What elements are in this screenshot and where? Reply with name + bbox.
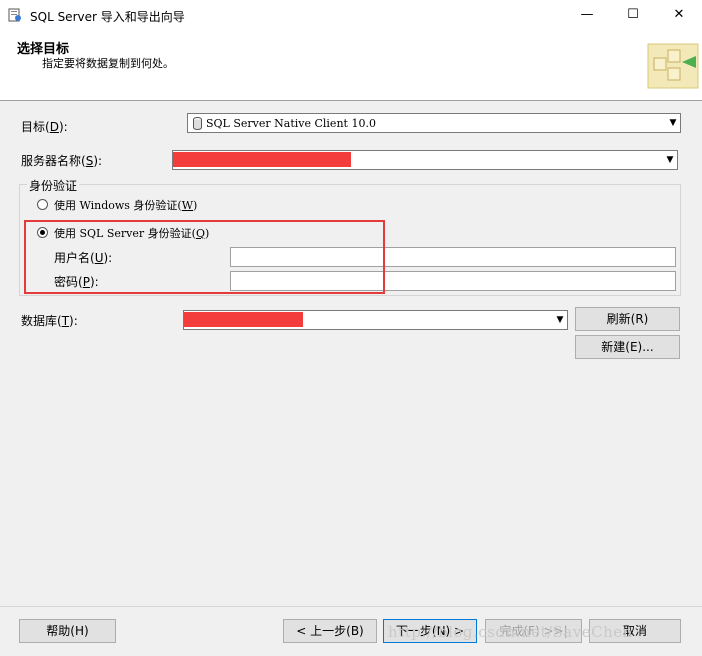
windows-auth-label[interactable]: 使用 Windows 身份验证(W) xyxy=(54,197,197,213)
wizard-logo-icon xyxy=(647,43,699,89)
redacted-database-name xyxy=(184,312,303,327)
page-subtitle: 指定要将数据复制到何处。 xyxy=(42,57,174,70)
annotation-highlight-box xyxy=(24,220,385,294)
minimize-button[interactable]: — xyxy=(564,0,610,30)
refresh-button[interactable]: 刷新(R) xyxy=(575,307,680,331)
app-icon xyxy=(8,8,21,22)
close-button[interactable]: ✕ xyxy=(656,0,702,30)
windows-auth-radio[interactable] xyxy=(37,199,48,210)
database-select[interactable]: ▼ xyxy=(183,310,568,330)
chevron-down-icon: ▼ xyxy=(666,155,674,165)
auth-group-title: 身份验证 xyxy=(27,177,80,194)
destination-select[interactable]: SQL Server Native Client 10.0 ▼ xyxy=(187,113,681,133)
server-name-select[interactable]: ▼ xyxy=(172,150,678,170)
server-label: 服务器名称(S): xyxy=(21,154,103,168)
footer-divider xyxy=(0,606,702,607)
wizard-header: 选择目标 指定要将数据复制到何处。 xyxy=(0,32,702,101)
database-icon xyxy=(193,117,202,130)
destination-label: 目标(D): xyxy=(21,120,68,134)
window-title: SQL Server 导入和导出向导 xyxy=(30,10,185,24)
database-label: 数据库(T): xyxy=(21,314,78,328)
chevron-down-icon: ▼ xyxy=(556,315,564,325)
destination-value: SQL Server Native Client 10.0 xyxy=(206,117,376,130)
back-button[interactable]: < 上一步(B) xyxy=(283,619,377,643)
maximize-button[interactable]: ☐ xyxy=(610,0,656,30)
help-button[interactable]: 帮助(H) xyxy=(19,619,116,643)
chevron-down-icon: ▼ xyxy=(669,118,677,128)
title-bar: SQL Server 导入和导出向导 — ☐ ✕ xyxy=(0,0,702,32)
new-database-button[interactable]: 新建(E)... xyxy=(575,335,680,359)
watermark-text: http://blog.csdn.net/SaveChen xyxy=(388,623,633,641)
redacted-server-name xyxy=(173,152,351,167)
